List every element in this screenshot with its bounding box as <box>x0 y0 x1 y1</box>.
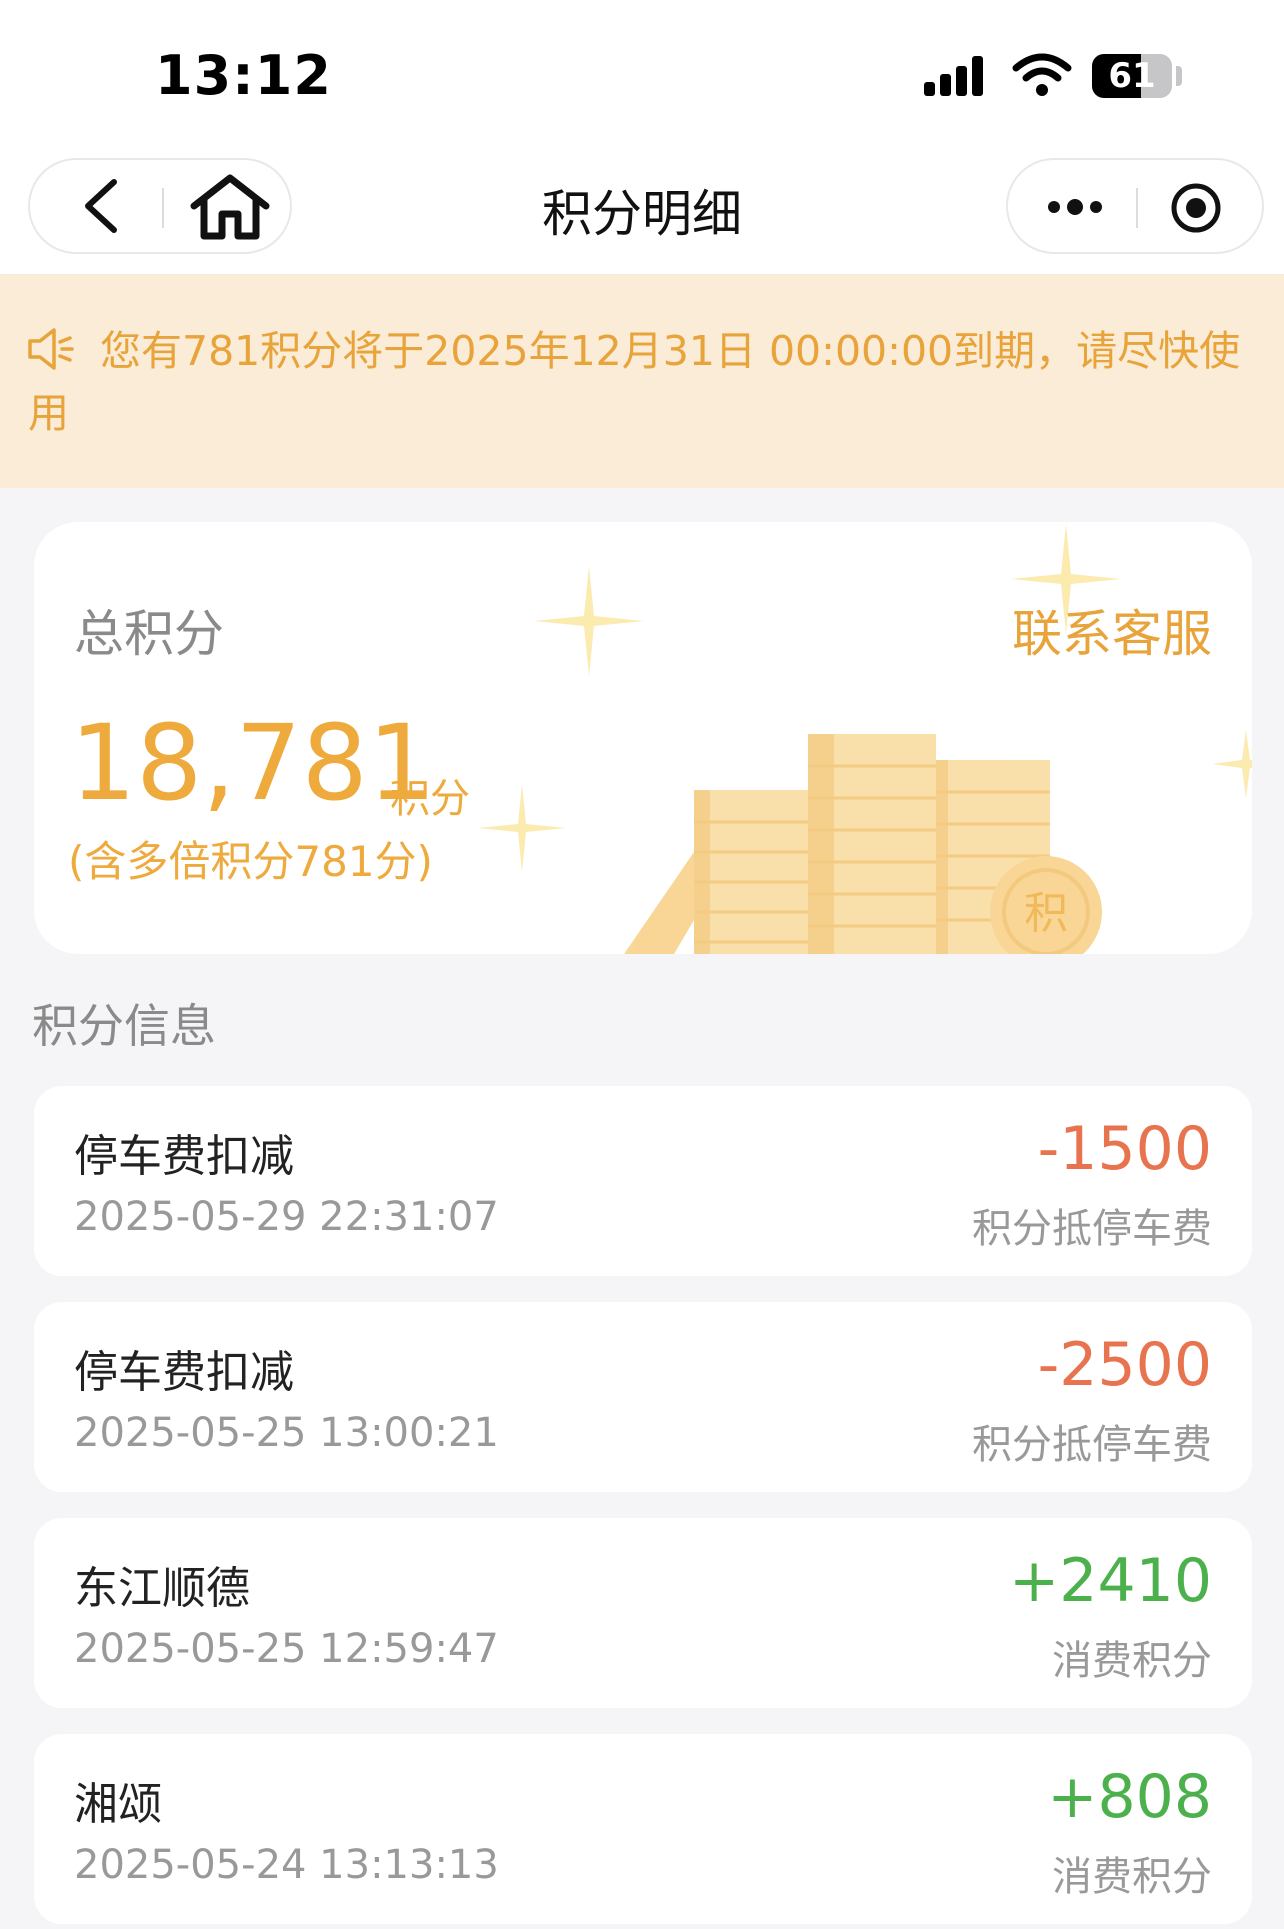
points-record-item[interactable]: 湘颂 2025-05-24 13:13:13 +808 消费积分 <box>34 1734 1252 1924</box>
capsule-divider <box>1136 188 1138 228</box>
points-summary-card: 积 总积分 联系客服 18,781 积分 (含多倍积分781分) <box>34 522 1252 954</box>
record-title: 停车费扣减 <box>74 1131 294 1182</box>
expiry-notice: 您有781积分将于2025年12月31日 00:00:00到期，请尽快使用 <box>0 274 1284 488</box>
points-record-item[interactable]: 停车费扣减 2025-05-25 13:00:21 -2500 积分抵停车费 <box>34 1302 1252 1492</box>
battery-icon: 61 <box>1092 54 1172 98</box>
contact-service-link[interactable]: 联系客服 <box>1012 594 1212 666</box>
notice-text: 您有781积分将于2025年12月31日 00:00:00到期，请尽快使用 <box>28 327 1241 437</box>
record-title: 东江顺德 <box>74 1563 250 1614</box>
status-bar: 13:12 61 <box>0 0 1284 150</box>
coin-label: 积 <box>1024 888 1068 939</box>
record-type: 积分抵停车费 <box>972 1206 1212 1252</box>
battery-percent: 61 <box>1108 56 1156 96</box>
wifi-icon <box>1012 53 1072 96</box>
record-amount: -1500 <box>1037 1114 1212 1184</box>
total-points-value: 18,781 <box>70 702 434 824</box>
record-type: 消费积分 <box>1052 1638 1212 1684</box>
record-time: 2025-05-24 13:13:13 <box>74 1842 499 1888</box>
points-record-item[interactable]: 停车费扣减 2025-05-29 22:31:07 -1500 积分抵停车费 <box>34 1086 1252 1276</box>
points-record-item[interactable]: 东江顺德 2025-05-25 12:59:47 +2410 消费积分 <box>34 1518 1252 1708</box>
record-title: 停车费扣减 <box>74 1347 294 1398</box>
battery-tip <box>1176 66 1182 86</box>
nav-capsule-right <box>1006 158 1264 254</box>
record-amount: +2410 <box>1009 1546 1212 1616</box>
record-type: 积分抵停车费 <box>972 1422 1212 1468</box>
cellular-signal-icon <box>924 56 983 96</box>
record-title: 湘颂 <box>74 1779 162 1830</box>
more-dots-icon[interactable] <box>1040 182 1110 232</box>
section-title-points-info: 积分信息 <box>32 999 216 1053</box>
nav-bar: 积分明细 <box>0 150 1284 274</box>
record-time: 2025-05-29 22:31:07 <box>74 1194 499 1240</box>
multiplier-note: (含多倍积分781分) <box>68 837 433 886</box>
close-miniprogram-icon[interactable] <box>1168 180 1224 236</box>
record-type: 消费积分 <box>1052 1854 1212 1900</box>
status-time: 13:12 <box>155 44 332 107</box>
record-amount: +808 <box>1047 1762 1212 1832</box>
record-time: 2025-05-25 13:00:21 <box>74 1410 499 1456</box>
record-amount: -2500 <box>1037 1330 1212 1400</box>
points-unit: 积分 <box>390 776 470 822</box>
record-time: 2025-05-25 12:59:47 <box>74 1626 499 1672</box>
total-points-label: 总积分 <box>74 605 224 663</box>
